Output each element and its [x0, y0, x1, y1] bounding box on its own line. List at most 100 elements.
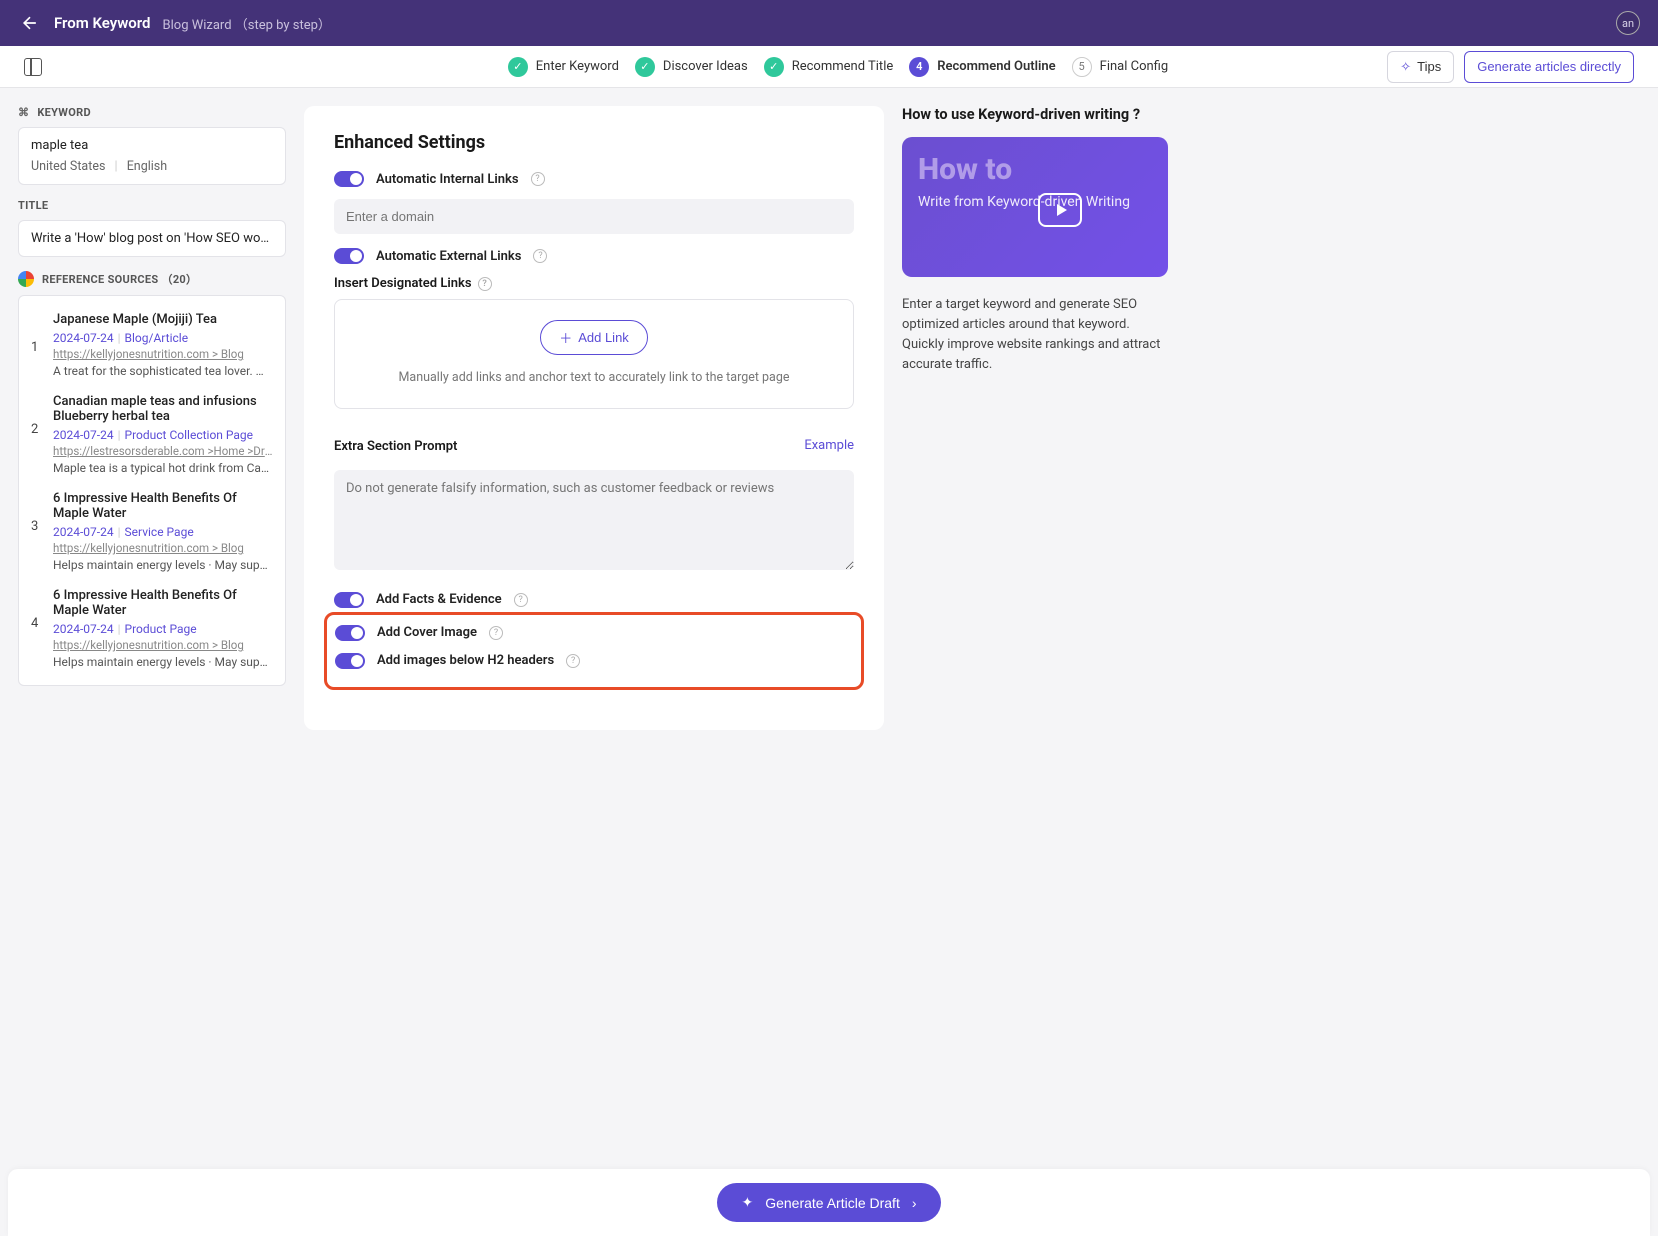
video-subtitle: Write from Keyword-driven Writing — [918, 193, 1152, 213]
footer-bar: ✦ Generate Article Draft › — [8, 1169, 1650, 1236]
google-icon — [18, 271, 34, 287]
ref-number: 2 — [31, 422, 43, 475]
top-bar: From Keyword Blog Wizard （step by step） … — [0, 0, 1658, 46]
back-arrow-icon[interactable] — [20, 13, 40, 33]
key-icon: ⌘ — [18, 106, 29, 119]
ref-url: https://kellyjonesnutrition.com > Blog — [53, 541, 273, 555]
ref-title: Canadian maple teas and infusions Bluebe… — [53, 394, 273, 424]
left-panel: ⌘ KEYWORD maple tea United States | Engl… — [18, 106, 286, 686]
step-enter-keyword[interactable]: ✓ Enter Keyword — [508, 57, 619, 77]
link-zone: ＋ Add Link Manually add links and anchor… — [334, 299, 854, 409]
magic-wand-icon: ✦ — [741, 1194, 753, 1211]
auto-internal-toggle[interactable] — [334, 171, 364, 187]
page-title: From Keyword — [54, 14, 151, 32]
step-recommend-title[interactable]: ✓ Recommend Title — [764, 57, 894, 77]
auto-internal-label: Automatic Internal Links — [376, 172, 519, 187]
ref-desc: A treat for the sophisticated tea lover.… — [53, 364, 273, 378]
step-label: Final Config — [1100, 59, 1169, 74]
help-icon[interactable]: ? — [566, 654, 580, 668]
settings-panel: Enhanced Settings Automatic Internal Lin… — [304, 106, 884, 730]
highlighted-options: Add Cover Image ? Add images below H2 he… — [324, 612, 864, 690]
reference-item[interactable]: 3 6 Impressive Health Benefits Of Maple … — [19, 483, 285, 580]
help-icon[interactable]: ? — [533, 249, 547, 263]
step-discover-ideas[interactable]: ✓ Discover Ideas — [635, 57, 748, 77]
add-facts-toggle[interactable] — [334, 592, 364, 608]
help-heading: How to use Keyword-driven writing ? — [902, 106, 1168, 123]
reference-item[interactable]: 1 Japanese Maple (Mojiji) Tea 2024-07-24… — [19, 304, 285, 386]
lightbulb-icon: ✧ — [1400, 59, 1411, 75]
ref-url: https://kellyjonesnutrition.com > Blog — [53, 638, 273, 652]
step-label: Discover Ideas — [663, 59, 748, 74]
chevron-right-icon: › — [912, 1195, 917, 1211]
add-h2-images-toggle[interactable] — [335, 653, 365, 669]
check-icon: ✓ — [508, 57, 528, 77]
add-link-button[interactable]: ＋ Add Link — [540, 320, 648, 355]
generate-draft-button[interactable]: ✦ Generate Article Draft › — [717, 1183, 940, 1222]
domain-input[interactable] — [334, 199, 854, 234]
step-label: Recommend Title — [792, 59, 894, 74]
settings-heading: Enhanced Settings — [334, 132, 854, 153]
extra-prompt-textarea[interactable] — [334, 470, 854, 570]
add-h2-images-label: Add images below H2 headers — [377, 653, 554, 668]
auto-external-label: Automatic External Links — [376, 249, 521, 264]
reference-item[interactable]: 2 Canadian maple teas and infusions Blue… — [19, 386, 285, 483]
ref-title: Japanese Maple (Mojiji) Tea — [53, 312, 273, 327]
insert-links-label: Insert Designated Links ? — [334, 276, 854, 291]
ref-url: https://lestresorsderable.com >Home >Dri… — [53, 444, 273, 458]
step-bar: ✓ Enter Keyword ✓ Discover Ideas ✓ Recom… — [0, 46, 1658, 88]
ref-number: 4 — [31, 616, 43, 669]
tips-label: Tips — [1417, 59, 1441, 74]
keyword-value: maple tea — [31, 138, 273, 153]
help-description: Enter a target keyword and generate SEO … — [902, 295, 1168, 376]
ref-desc: Helps maintain energy levels · May suppo… — [53, 558, 273, 572]
extra-prompt-label: Extra Section Prompt — [334, 439, 457, 454]
auto-internal-row: Automatic Internal Links ? — [334, 171, 854, 187]
help-icon[interactable]: ? — [489, 626, 503, 640]
plus-icon: ＋ — [559, 328, 572, 347]
link-zone-hint: Manually add links and anchor text to ac… — [355, 369, 833, 388]
generate-directly-button[interactable]: Generate articles directly — [1464, 51, 1634, 83]
video-card[interactable]: How to Write from Keyword-driven Writing — [902, 137, 1168, 277]
title-box[interactable]: Write a 'How' blog post on 'How SEO work… — [18, 220, 286, 257]
title-section-label: TITLE — [18, 199, 286, 212]
reference-item[interactable]: 4 6 Impressive Health Benefits Of Maple … — [19, 580, 285, 677]
reference-list: 1 Japanese Maple (Mojiji) Tea 2024-07-24… — [18, 295, 286, 686]
keyword-meta: United States | English — [31, 159, 273, 174]
keyword-box[interactable]: maple tea United States | English — [18, 127, 286, 185]
step-label: Enter Keyword — [536, 59, 619, 74]
add-cover-row: Add Cover Image ? — [335, 625, 853, 641]
check-icon: ✓ — [635, 57, 655, 77]
help-icon[interactable]: ? — [531, 172, 545, 186]
auto-external-toggle[interactable] — [334, 248, 364, 264]
tips-button[interactable]: ✧ Tips — [1387, 51, 1454, 83]
page-subtitle: Blog Wizard （step by step） — [163, 14, 331, 33]
avatar[interactable]: an — [1616, 11, 1640, 35]
video-title: How to — [918, 155, 1152, 185]
ref-number: 3 — [31, 519, 43, 572]
ref-title: 6 Impressive Health Benefits Of Maple Wa… — [53, 588, 273, 618]
add-facts-row: Add Facts & Evidence ? — [334, 592, 854, 608]
ref-section-label: REFERENCE SOURCES （20） — [18, 271, 286, 287]
auto-external-row: Automatic External Links ? — [334, 248, 854, 264]
help-icon[interactable]: ? — [514, 593, 528, 607]
ref-url: https://kellyjonesnutrition.com > Blog — [53, 347, 273, 361]
add-h2-images-row: Add images below H2 headers ? — [335, 653, 853, 669]
add-facts-label: Add Facts & Evidence — [376, 592, 502, 607]
ref-number: 1 — [31, 340, 43, 378]
step-recommend-outline[interactable]: 4 Recommend Outline — [909, 57, 1055, 77]
help-icon[interactable]: ? — [478, 277, 492, 291]
add-cover-label: Add Cover Image — [377, 625, 477, 640]
add-cover-toggle[interactable] — [335, 625, 365, 641]
keyword-section-label: ⌘ KEYWORD — [18, 106, 286, 119]
play-icon[interactable] — [1038, 193, 1082, 227]
panel-toggle-icon[interactable] — [24, 58, 42, 76]
check-icon: ✓ — [764, 57, 784, 77]
ref-title: 6 Impressive Health Benefits Of Maple Wa… — [53, 491, 273, 521]
ref-desc: Helps maintain energy levels · May suppo… — [53, 655, 273, 669]
step-number-icon: 5 — [1072, 57, 1092, 77]
example-link[interactable]: Example — [804, 438, 854, 453]
help-panel: How to use Keyword-driven writing ? How … — [902, 106, 1168, 376]
ref-desc: Maple tea is a typical hot drink from Ca… — [53, 461, 273, 475]
step-final-config[interactable]: 5 Final Config — [1072, 57, 1169, 77]
step-number-icon: 4 — [909, 57, 929, 77]
